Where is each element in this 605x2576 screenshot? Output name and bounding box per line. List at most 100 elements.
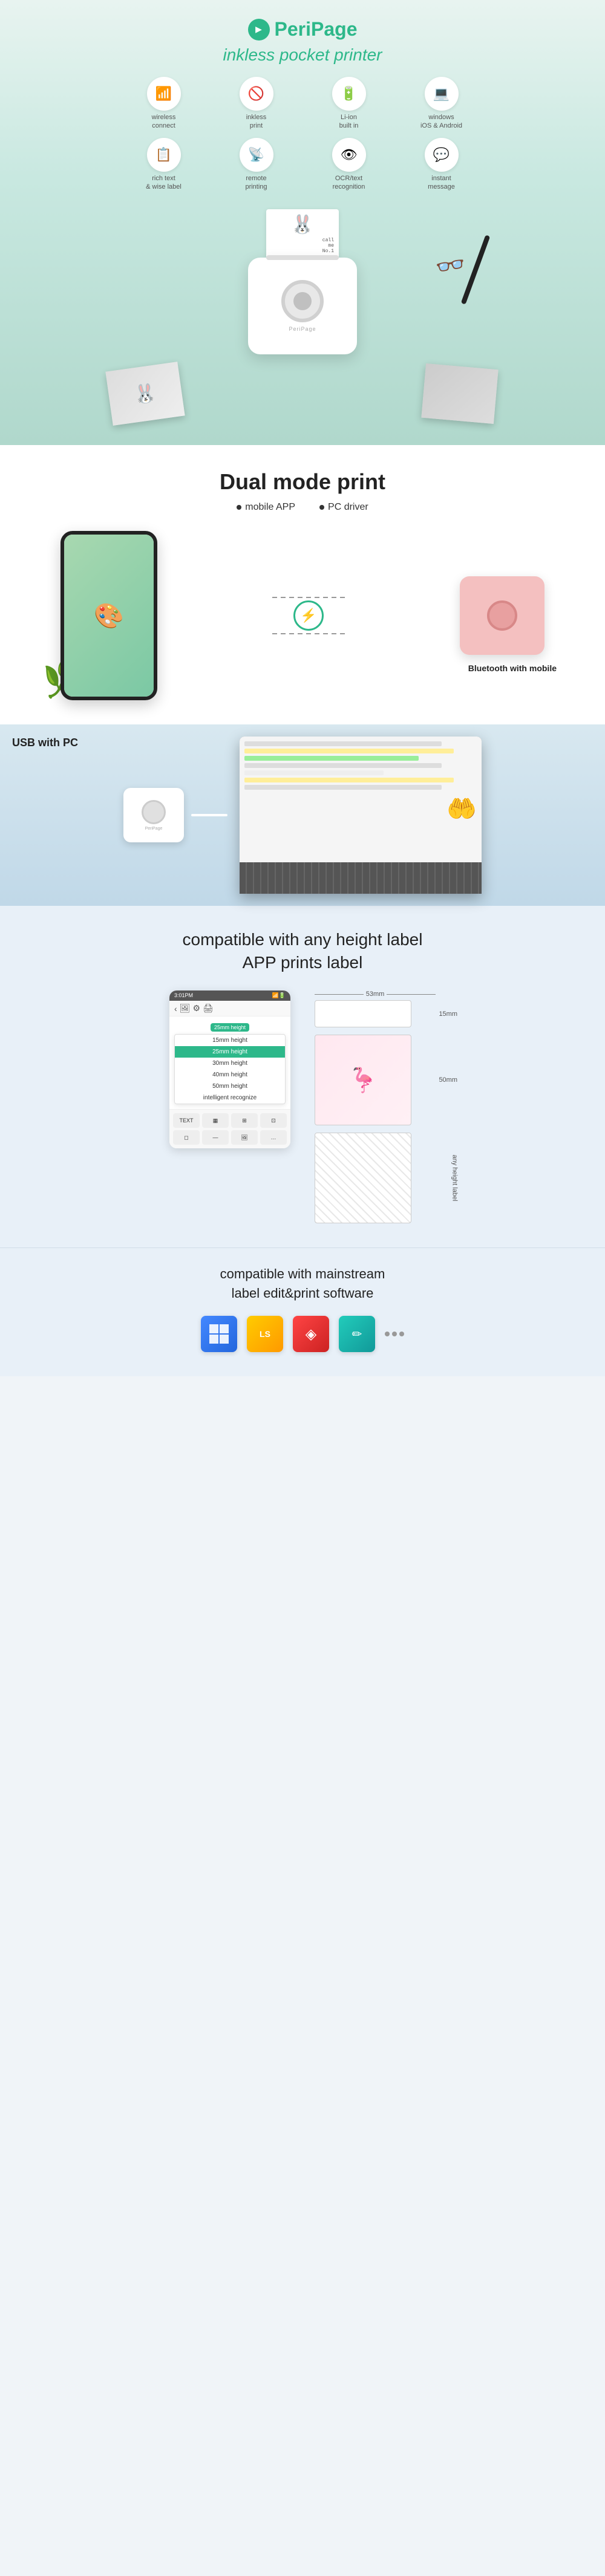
label-50mm-container: 🦩 50mm [315, 1035, 436, 1125]
feature-remote: 📡 remoteprinting [214, 138, 299, 192]
os-label: windowsiOS & Android [420, 113, 462, 131]
height-dropdown[interactable]: 15mm height 25mm height 30mm height 40mm… [174, 1034, 286, 1104]
text-tool[interactable]: TEXT [173, 1113, 200, 1128]
height-badge: 25mm height [211, 1023, 249, 1032]
shape-tool[interactable]: ◻ [173, 1130, 200, 1145]
print-icon[interactable]: 🖨 [203, 1003, 214, 1013]
qr-tool[interactable]: ⊡ [260, 1113, 287, 1128]
label-15mm-container: 15mm [315, 1000, 436, 1027]
os-icon: 💻 [425, 77, 459, 111]
message-label: instantmessage [428, 174, 455, 192]
back-icon[interactable]: ‹ [174, 1004, 177, 1013]
printer-brand-label: PeriPage [289, 326, 316, 332]
battery-label: Li-ionbuilt in [339, 113, 359, 131]
printer-lens [281, 280, 324, 322]
dim-50mm: 50mm [439, 1076, 457, 1084]
width-53mm: 53mm [364, 990, 387, 998]
ocr-label: OCR/textrecognition [333, 174, 365, 192]
inkless-icon: 🚫 [240, 77, 273, 111]
width-indicator: 53mm [315, 990, 436, 998]
software-subtitle: label edit&print software [12, 1286, 593, 1301]
pink-printer-lens [487, 600, 517, 631]
app-mockup: 3:01PM 📶🔋 ‹ 🖼 ⚙ 🖨 25mm height 15mm heigh… [169, 990, 290, 1148]
app-toolbar[interactable]: ‹ 🖼 ⚙ 🖨 [169, 1001, 290, 1016]
template-tool[interactable]: ⊞ [231, 1113, 258, 1128]
phone-screen: 🎨 [64, 535, 154, 697]
feature-ocr: 👁 OCR/textrecognition [306, 138, 391, 192]
feature-battery: 🔋 Li-ionbuilt in [306, 77, 391, 131]
line-tool[interactable]: — [202, 1130, 229, 1145]
feature-inkless: 🚫 inklessprint [214, 77, 299, 131]
photo-left: 🐰 [105, 362, 185, 426]
bunny-drawing: 🐰 [271, 214, 334, 235]
text-line-1 [244, 741, 442, 746]
text-line-6 [244, 778, 454, 782]
bullet-mobile-app: mobile APP [237, 502, 295, 513]
dot-3 [399, 1332, 404, 1336]
dot-1 [385, 1332, 390, 1336]
pink-printer [460, 576, 544, 655]
label-section: compatible with any height label APP pri… [0, 906, 605, 1247]
any-height-label [315, 1133, 411, 1223]
dual-mode-section: Dual mode print mobile APP PC driver 🌿 🎨… [0, 445, 605, 724]
usb-connection: PeriPage [123, 788, 227, 842]
app-status-bar: 3:01PM 📶🔋 [169, 990, 290, 1001]
label-software-icon-1 [208, 1323, 230, 1345]
image-tool[interactable]: 🖼 [231, 1130, 258, 1145]
inkless-label: inklessprint [246, 113, 267, 131]
bullet-dot-2 [319, 505, 324, 510]
more-tool[interactable]: … [260, 1130, 287, 1145]
wireless-icon: 📶 [147, 77, 181, 111]
any-height-text: any height label [451, 1155, 458, 1202]
dropdown-intelligent[interactable]: intelligent recognize [175, 1092, 285, 1104]
usb-cable [191, 814, 227, 816]
phone-area: 🌿 🎨 [60, 531, 157, 700]
barcode-tool[interactable]: ▦ [202, 1113, 229, 1128]
label-diagram-1: 53mm 15mm 🦩 50mm any height label [315, 990, 436, 1223]
printer-lens-inner [293, 292, 312, 310]
glasses-decoration: 👓 [433, 249, 468, 282]
laptop-scene: PeriPage 🤲 [12, 737, 593, 894]
hero-section: PeriPage inkless pocket printer 📶 wirele… [0, 0, 605, 445]
dropdown-30mm[interactable]: 30mm height [175, 1058, 285, 1069]
arrow-line [272, 597, 345, 598]
dim-line-right [387, 994, 436, 995]
richtext-icon: 📋 [147, 138, 181, 172]
wireless-label: wirelessconnect [152, 113, 176, 131]
bullet-pc-driver: PC driver [319, 502, 368, 513]
label-icon-4: ✏ [352, 1327, 362, 1342]
text-line-4 [244, 763, 442, 768]
printer-usb-area: PeriPage [123, 788, 184, 842]
dropdown-15mm[interactable]: 15mm height [175, 1035, 285, 1046]
brand-name: PeriPage [275, 18, 358, 41]
text-line-2 [244, 749, 454, 753]
dropdown-50mm[interactable]: 50mm height [175, 1081, 285, 1092]
dropdown-25mm[interactable]: 25mm height [175, 1046, 285, 1058]
label-subtitle: APP prints label [12, 953, 593, 972]
dropdown-40mm[interactable]: 40mm height [175, 1069, 285, 1081]
ls-text: LS [260, 1329, 270, 1339]
paper-text: callmeNo.1 [271, 238, 334, 254]
settings-icon[interactable]: ⚙ [192, 1003, 200, 1013]
text-line-5 [244, 770, 384, 775]
feature-os: 💻 windowsiOS & Android [399, 77, 484, 131]
typing-hands: 🤲 [244, 792, 477, 823]
richtext-label: rich text& wise label [146, 174, 182, 192]
paper-output: 🐰 callmeNo.1 [266, 209, 339, 259]
feature-richtext: 📋 rich text& wise label [121, 138, 206, 192]
software-icon-1 [201, 1316, 237, 1352]
label-flamingo: 🦩 [315, 1035, 411, 1125]
message-icon: 💬 [425, 138, 459, 172]
label-15mm [315, 1000, 411, 1027]
printer-scene: 熊 🐰 callmeNo.1 PeriPage 👓 🐰 [91, 203, 514, 433]
dual-mode-title: Dual mode print [12, 469, 593, 495]
text-line-3 [244, 756, 419, 761]
app-time: 3:01PM [174, 992, 193, 999]
software-icon-4: ✏ [339, 1316, 375, 1352]
bluetooth-connection: ⚡ [272, 597, 345, 634]
more-software-dots [385, 1316, 404, 1352]
label-sizes: 53mm 15mm 🦩 50mm any height label [315, 990, 436, 1223]
image-icon[interactable]: 🖼 [180, 1003, 191, 1013]
paper-slot [266, 255, 339, 260]
software-icon-3: ◈ [293, 1316, 329, 1352]
